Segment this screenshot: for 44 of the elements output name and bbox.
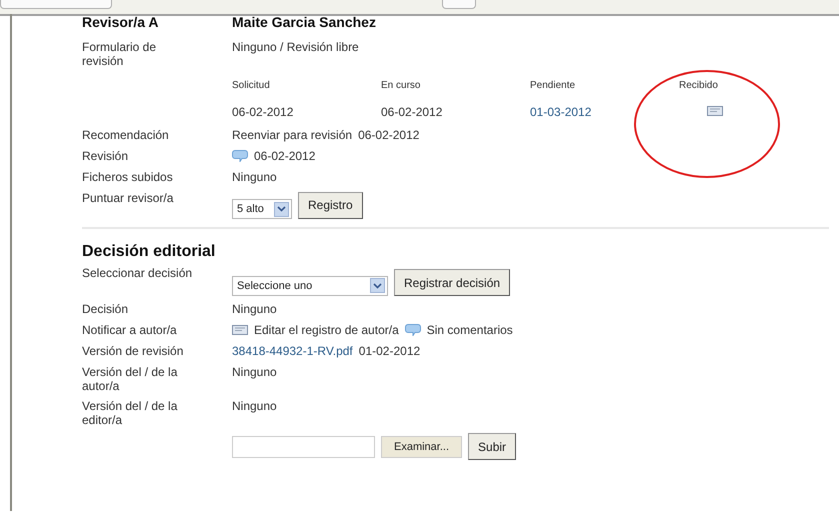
comment-icon[interactable] (404, 324, 421, 336)
browser-tab[interactable] (0, 0, 112, 9)
date-header: Recibido (679, 80, 719, 91)
value-text: Ninguno (232, 365, 277, 379)
date-value: 01-03-2012 (530, 105, 592, 119)
browser-tab[interactable] (442, 0, 476, 9)
value-text: 06-02-2012 (254, 149, 316, 163)
reviewer-label: Revisor/a A (82, 14, 160, 32)
date-header: Pendiente (530, 80, 576, 91)
submit-button[interactable]: Registrar decisión (394, 269, 510, 296)
field-label: Formulario de revisión (82, 40, 156, 68)
field-label: Notificar a autor/a (82, 323, 177, 337)
value-text: Editar el registro de autor/a (254, 323, 399, 337)
field-label: Revisión (82, 149, 128, 163)
value-text: 01-02-2012 (358, 344, 420, 358)
value-text: Ninguno (232, 399, 277, 413)
value-text: Ninguno (232, 302, 277, 316)
date-value: 06-02-2012 (232, 105, 294, 119)
section-title: Decisión editorial (82, 243, 216, 261)
file-link[interactable]: 38418-44932-1-RV.pdf (232, 344, 353, 358)
decision-select[interactable]: Seleccione uno (232, 276, 388, 296)
reviewer-name: Maite Garcia Sanchez (232, 14, 377, 32)
submit-button[interactable]: Registro (298, 192, 363, 218)
browse-button[interactable]: Examinar... (381, 436, 462, 458)
field-label: Versión del / de la autor/a (82, 365, 178, 393)
field-label: Versión del / de la editor/a (82, 399, 178, 427)
value-text: Ninguno / Revisión libre (232, 40, 359, 54)
file-field[interactable] (232, 436, 375, 458)
field-label: Versión de revisión (82, 344, 184, 358)
rating-select[interactable]: 5 alto (232, 199, 292, 219)
date-header: Solicitud (232, 80, 271, 91)
date-value: 06-02-2012 (381, 105, 442, 119)
date-header: En curso (381, 80, 422, 91)
field-label: Seleccionar decisión (82, 266, 192, 280)
field-label: Recomendación (82, 128, 169, 142)
comment-icon[interactable] (232, 150, 248, 162)
field-label: Decisión (82, 302, 128, 316)
value-text: Sin comentarios (426, 323, 513, 337)
value-text: Ninguno (232, 170, 277, 184)
value-text: 06-02-2012 (358, 128, 420, 142)
submit-button[interactable]: Subir (468, 433, 516, 460)
field-label: Puntuar revisor/a (82, 191, 174, 205)
value-text: Reenviar para revisión (232, 128, 352, 142)
field-label: Ficheros subidos (82, 170, 173, 184)
